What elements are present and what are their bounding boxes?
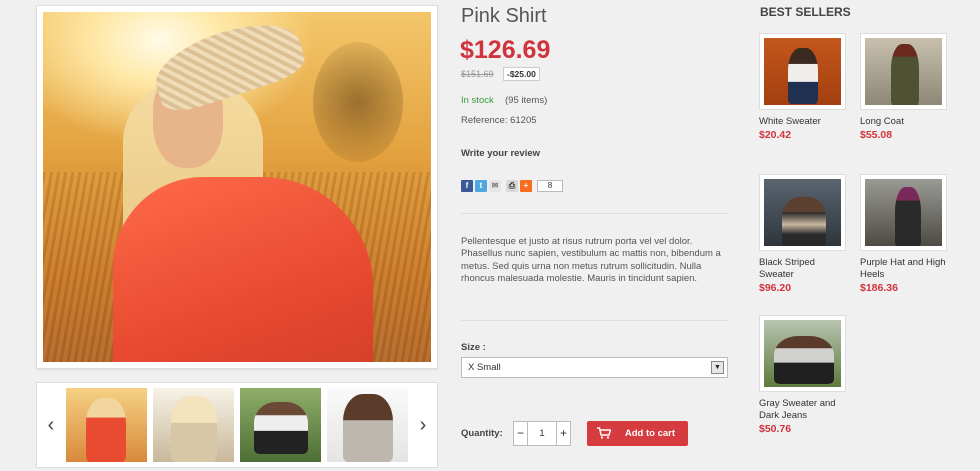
quantity-input[interactable]: 1 (528, 421, 556, 446)
best-seller-item[interactable]: Black Striped Sweater $96.20 (759, 174, 849, 294)
add-to-cart-button[interactable]: Add to cart (587, 421, 688, 446)
discount-badge: -$25.00 (503, 67, 540, 81)
best-seller-image[interactable] (759, 174, 846, 251)
product-description: Pellentesque et justo at risus rutrum po… (461, 236, 721, 284)
size-select[interactable]: X Small ▼ (461, 357, 728, 378)
best-seller-price: $55.08 (860, 129, 893, 141)
carousel-next-arrow-icon[interactable]: › (415, 413, 431, 437)
google-plus-icon[interactable]: + (520, 180, 532, 192)
caret-down-icon[interactable]: ▼ (711, 361, 724, 374)
product-title: Pink Shirt (461, 5, 547, 27)
print-icon[interactable]: ⎙ (506, 180, 518, 192)
best-seller-image[interactable] (860, 174, 947, 251)
best-seller-price: $96.20 (759, 282, 792, 294)
stock-count: (95 items) (505, 95, 548, 106)
product-price: $126.69 (460, 36, 551, 64)
thumbnail-3[interactable] (240, 388, 321, 462)
divider (461, 213, 728, 214)
best-seller-price: $186.36 (860, 282, 898, 294)
product-photo (43, 12, 431, 362)
quantity-increase-button[interactable]: + (556, 421, 571, 446)
best-sellers-title: BEST SELLERS (760, 5, 851, 19)
best-seller-item[interactable]: Purple Hat and High Heels $186.36 (860, 174, 950, 294)
share-counter: 8 (537, 180, 563, 192)
best-seller-image[interactable] (759, 33, 846, 110)
thumbnail-1[interactable] (66, 388, 147, 462)
best-seller-name[interactable]: Purple Hat and High Heels (860, 257, 950, 281)
divider (461, 320, 728, 321)
main-product-image[interactable] (36, 5, 438, 369)
product-reference: Reference: 61205 (461, 115, 537, 126)
best-seller-name[interactable]: Gray Sweater and Dark Jeans (759, 398, 849, 422)
carousel-prev-arrow-icon[interactable]: ‹ (43, 413, 59, 437)
add-to-cart-label: Add to cart (624, 428, 675, 439)
best-seller-name[interactable]: Black Striped Sweater (759, 257, 849, 281)
mail-icon[interactable]: ✉ (489, 180, 501, 192)
best-seller-price: $20.42 (759, 129, 792, 141)
thumbnail-2[interactable] (153, 388, 234, 462)
share-bar: f t ✉ ⎙ + 8 (461, 179, 563, 193)
cart-icon (597, 427, 611, 439)
best-seller-image[interactable] (759, 315, 846, 392)
best-seller-item[interactable]: Long Coat $55.08 (860, 33, 950, 141)
write-review-link[interactable]: Write your review (461, 148, 540, 159)
best-seller-name[interactable]: Long Coat (860, 116, 950, 128)
best-seller-item[interactable]: Gray Sweater and Dark Jeans $50.76 (759, 315, 849, 435)
thumbnail-carousel: ‹ › (36, 382, 438, 468)
size-selected-value: X Small (468, 362, 501, 373)
best-seller-name[interactable]: White Sweater (759, 116, 849, 128)
quantity-label: Quantity: (461, 428, 503, 439)
size-label: Size : (461, 342, 486, 353)
quantity-decrease-button[interactable]: − (513, 421, 528, 446)
stock-status: In stock (461, 95, 494, 106)
best-seller-item[interactable]: White Sweater $20.42 (759, 33, 849, 141)
best-seller-image[interactable] (860, 33, 947, 110)
twitter-icon[interactable]: t (475, 180, 487, 192)
facebook-icon[interactable]: f (461, 180, 473, 192)
best-seller-price: $50.76 (759, 423, 792, 435)
old-price: $151.69 (461, 69, 494, 79)
thumbnail-4[interactable] (327, 388, 408, 462)
